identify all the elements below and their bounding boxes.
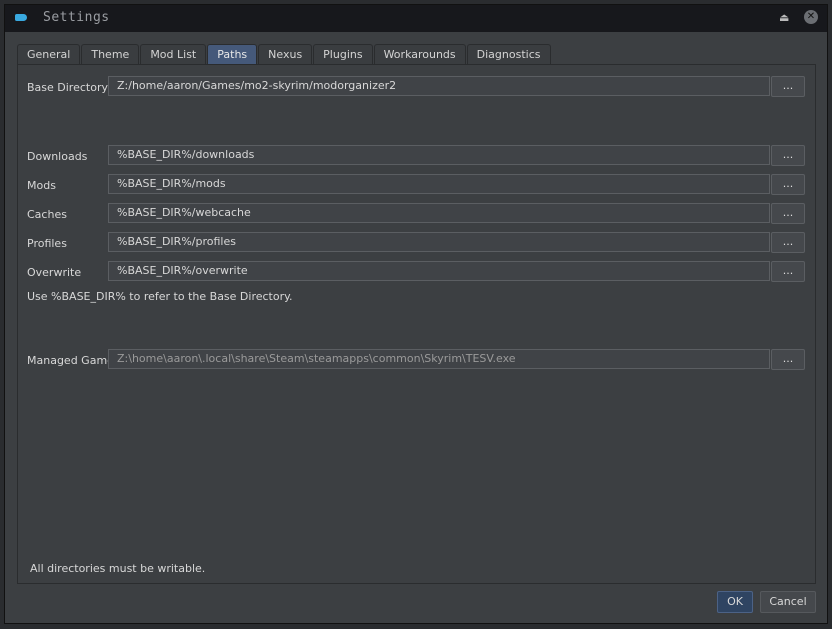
tab-theme[interactable]: Theme — [81, 44, 140, 64]
tab-paths[interactable]: Paths — [207, 44, 258, 64]
downloads-browse-button[interactable]: ... — [771, 145, 805, 166]
tab-bar: General Theme Mod List Paths Nexus Plugi… — [17, 44, 552, 64]
mods-input[interactable]: %BASE_DIR%/mods — [108, 174, 770, 194]
managed-game-label: Managed Game — [27, 354, 114, 367]
profiles-input[interactable]: %BASE_DIR%/profiles — [108, 232, 770, 252]
mods-label: Mods — [27, 179, 56, 192]
paths-pane — [17, 64, 816, 584]
tab-workarounds[interactable]: Workarounds — [373, 44, 466, 64]
tab-general[interactable]: General — [17, 44, 81, 64]
writable-note: All directories must be writable. — [30, 562, 206, 575]
window-title: Settings — [43, 10, 110, 25]
base-directory-browse-button[interactable]: ... — [771, 76, 805, 97]
base-directory-input[interactable]: Z:/home/aaron/Games/mo2-skyrim/modorgani… — [108, 76, 770, 96]
overwrite-input[interactable]: %BASE_DIR%/overwrite — [108, 261, 770, 281]
managed-game-browse-button[interactable]: ... — [771, 349, 805, 370]
overwrite-browse-button[interactable]: ... — [771, 261, 805, 282]
base-directory-label: Base Directory — [27, 81, 108, 94]
caches-browse-button[interactable]: ... — [771, 203, 805, 224]
base-dir-hint: Use %BASE_DIR% to refer to the Base Dire… — [27, 290, 293, 303]
managed-game-input[interactable]: Z:\home\aaron\.local\share\Steam\steamap… — [108, 349, 770, 369]
ok-button[interactable]: OK — [717, 591, 753, 613]
caches-input[interactable]: %BASE_DIR%/webcache — [108, 203, 770, 223]
app-logo-icon — [15, 14, 27, 21]
tab-mod-list[interactable]: Mod List — [140, 44, 207, 64]
mods-browse-button[interactable]: ... — [771, 174, 805, 195]
cancel-button[interactable]: Cancel — [760, 591, 816, 613]
tab-plugins[interactable]: Plugins — [313, 44, 373, 64]
caches-label: Caches — [27, 208, 67, 221]
profiles-browse-button[interactable]: ... — [771, 232, 805, 253]
settings-dialog: Settings ⏏ ✕ General Theme Mod List Path… — [4, 4, 828, 624]
profiles-label: Profiles — [27, 237, 67, 250]
tab-nexus[interactable]: Nexus — [258, 44, 313, 64]
tab-diagnostics[interactable]: Diagnostics — [466, 44, 551, 64]
title-bar: Settings ⏏ ✕ — [5, 5, 827, 32]
downloads-input[interactable]: %BASE_DIR%/downloads — [108, 145, 770, 165]
downloads-label: Downloads — [27, 150, 88, 163]
eject-icon[interactable]: ⏏ — [779, 11, 789, 24]
close-icon[interactable]: ✕ — [804, 10, 818, 24]
overwrite-label: Overwrite — [27, 266, 82, 279]
